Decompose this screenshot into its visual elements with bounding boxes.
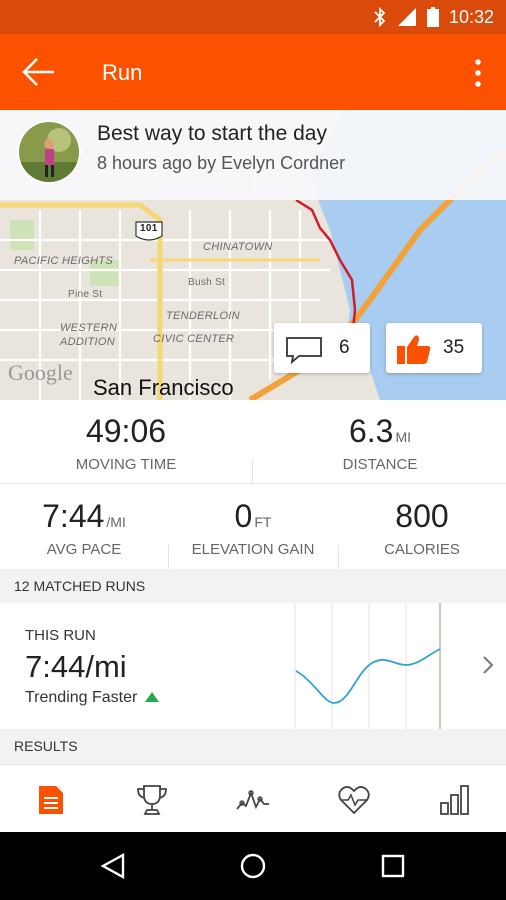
activity-title: Best way to start the day [97, 122, 327, 145]
activity-meta: 8 hours ago by Evelyn Cordner [97, 153, 346, 173]
results-header: RESULTS [0, 729, 506, 764]
elevation-label: ELEVATION GAIN [191, 541, 315, 558]
more-options-icon[interactable] [472, 58, 484, 88]
comment-icon [286, 337, 322, 364]
divider [252, 460, 253, 484]
heart-rate-icon[interactable] [337, 783, 371, 817]
highway-101-shield: 101 [140, 223, 158, 234]
map-city-label: San Francisco [93, 375, 234, 400]
system-back-icon[interactable] [99, 852, 127, 880]
status-time: 10:32 [448, 6, 494, 27]
trend-label: Trending Faster [25, 689, 138, 706]
bottom-navigation [0, 764, 506, 832]
moving-time-value: 49:06 [85, 413, 167, 449]
calories-stat: 800 CALORIES [338, 498, 506, 558]
back-arrow-icon[interactable] [22, 56, 56, 88]
calories-value: 800 [395, 498, 449, 534]
avatar[interactable] [17, 120, 81, 184]
overview-icon[interactable] [34, 783, 68, 817]
divider [168, 545, 169, 569]
distance-value: 6.3 [348, 413, 394, 449]
trend-up-icon [145, 692, 160, 702]
divider [338, 545, 339, 569]
this-run-pace: 7:44/mi [25, 649, 127, 684]
moving-time-label: MOVING TIME [75, 456, 177, 473]
page-title: Run [102, 60, 143, 85]
comments-count: 6 [339, 337, 350, 358]
chevron-right-icon [483, 656, 494, 674]
comments-button[interactable]: 6 [274, 323, 370, 373]
system-home-icon[interactable] [239, 852, 267, 880]
activity-header[interactable]: Best way to start the day 8 hours ago by… [0, 110, 506, 200]
battery-icon [426, 7, 439, 27]
map-label: Bush St [188, 277, 226, 288]
signal-icon [397, 8, 416, 26]
trend-indicator: Trending Faster [25, 689, 160, 707]
map-label: WESTERN [60, 322, 118, 334]
thumbs-up-icon [397, 335, 431, 364]
moving-time-stat: 49:06 MOVING TIME [0, 413, 252, 473]
pace-trend-chart [294, 603, 441, 729]
elevation-unit: FT [254, 514, 272, 530]
trophy-icon[interactable] [135, 783, 169, 817]
this-run-caption: THIS RUN [25, 627, 96, 644]
map-label: Pine St [68, 289, 103, 300]
avg-pace-value: 7:44 [42, 498, 105, 534]
status-bar: 10:32 [0, 0, 506, 34]
map-label: ADDITION [60, 336, 115, 348]
google-watermark: Google [8, 360, 73, 385]
matched-runs-card[interactable]: THIS RUN 7:44/mi Trending Faster [0, 603, 506, 729]
bluetooth-icon [374, 7, 386, 27]
map-label: CIVIC CENTER [153, 333, 235, 345]
kudos-count: 35 [443, 337, 465, 358]
app-bar: Run [0, 34, 506, 110]
avg-pace-unit: /MI [106, 514, 126, 530]
route-map[interactable]: PACIFIC HEIGHTS CHINATOWN TENDERLOIN WES… [0, 110, 506, 400]
calories-label: CALORIES [384, 541, 460, 558]
kudos-button[interactable]: 35 [386, 323, 482, 373]
map-label: PACIFIC HEIGHTS [14, 255, 114, 267]
pace-chart-icon[interactable] [236, 783, 270, 817]
map-label: TENDERLOIN [166, 310, 240, 322]
elevation-stat: 0 FT ELEVATION GAIN [168, 498, 338, 558]
system-navigation-bar [0, 832, 506, 900]
matched-runs-header: 12 MATCHED RUNS [0, 569, 506, 603]
analysis-icon[interactable] [438, 783, 472, 817]
avg-pace-stat: 7:44/MI AVG PACE [0, 498, 168, 558]
divider [0, 483, 506, 484]
distance-label: DISTANCE [342, 456, 418, 473]
distance-stat: 6.3 MI DISTANCE [254, 413, 506, 473]
system-recents-icon[interactable] [379, 852, 407, 880]
elevation-value: 0 [234, 498, 253, 534]
distance-unit: MI [395, 429, 412, 445]
avg-pace-label: AVG PACE [46, 541, 122, 558]
map-label: CHINATOWN [203, 241, 273, 253]
